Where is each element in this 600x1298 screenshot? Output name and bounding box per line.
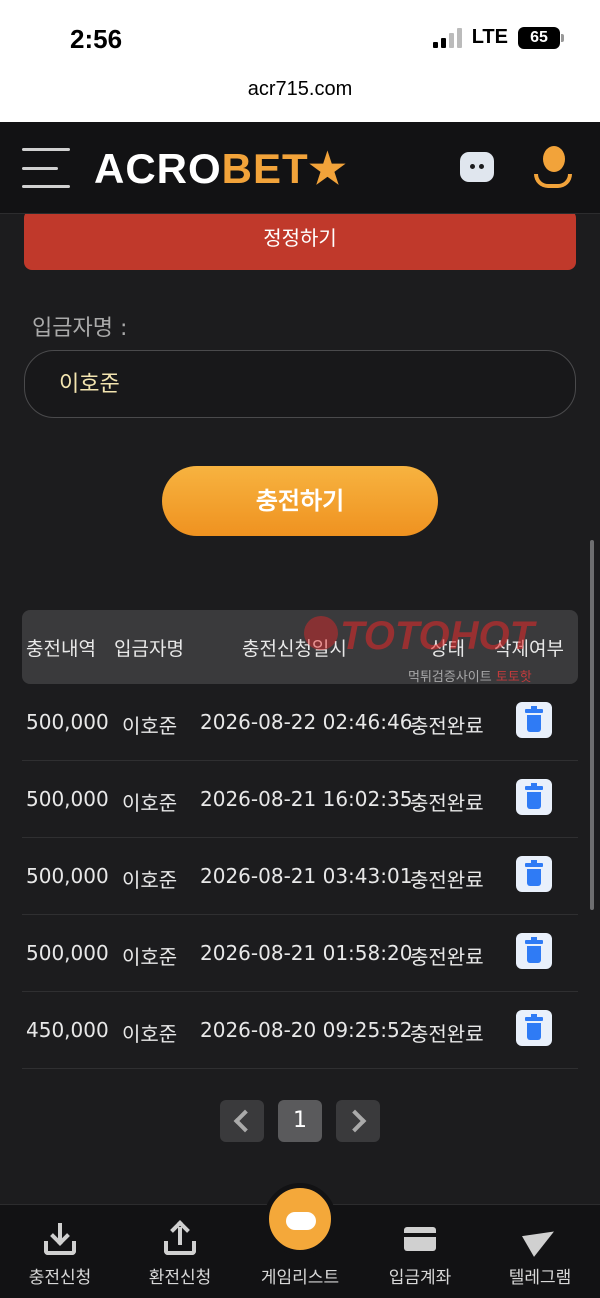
row-datetime: 2026-08-21 16:02:35 <box>200 787 413 811</box>
nav-label: 입금계좌 <box>388 1268 452 1288</box>
next-page-button[interactable] <box>336 1100 380 1142</box>
column-header: 삭제여부 <box>494 638 564 660</box>
table-header: 충전내역 입금자명 충전신청일시 상태 삭제여부 <box>22 610 578 684</box>
app-header: ACROBET★ <box>0 122 600 214</box>
row-name: 이호준 <box>122 868 178 892</box>
prev-page-button[interactable] <box>220 1100 264 1142</box>
row-datetime: 2026-08-21 01:58:20 <box>200 941 413 965</box>
row-status: 충전완료 <box>410 714 484 738</box>
nav-withdraw[interactable]: 환전신청 <box>120 1205 240 1298</box>
page-1-button[interactable]: 1 <box>278 1100 322 1142</box>
trash-icon[interactable] <box>516 779 552 815</box>
logo-text-accent: BET★ <box>221 145 348 192</box>
nav-label: 충전신청 <box>28 1268 92 1288</box>
browser-url[interactable]: acr715.com <box>0 78 600 101</box>
trash-icon[interactable] <box>516 933 552 969</box>
user-icon[interactable] <box>534 146 572 188</box>
status-bar: 2:56 LTE 65 acr715.com <box>0 0 600 122</box>
chevron-right-icon <box>343 1109 367 1133</box>
column-header: 충전내역 <box>26 638 96 660</box>
row-amount: 500,000 <box>26 787 109 811</box>
chevron-left-icon <box>233 1109 257 1133</box>
row-amount: 500,000 <box>26 941 109 965</box>
nav-game-list[interactable]: 게임리스트 <box>240 1183 360 1298</box>
row-name: 이호준 <box>122 945 178 969</box>
row-datetime: 2026-08-21 03:43:01 <box>200 864 413 888</box>
depositor-input[interactable]: 이호준 <box>24 350 576 418</box>
nav-label: 게임리스트 <box>260 1268 340 1288</box>
column-header: 충전신청일시 <box>242 638 347 660</box>
upload-icon <box>164 1220 196 1255</box>
main-content: 정정하기 입금자명 : 이호준 충전하기 충전내역 입금자명 충전신청일시 상태… <box>0 214 600 1204</box>
trash-icon[interactable] <box>516 1010 552 1046</box>
row-status: 충전완료 <box>410 791 484 815</box>
menu-icon[interactable] <box>22 148 70 188</box>
gamepad-icon <box>264 1183 336 1255</box>
depositor-label: 입금자명 : <box>32 316 128 341</box>
column-header: 입금자명 <box>114 638 184 660</box>
download-icon <box>44 1223 76 1255</box>
card-icon <box>404 1223 436 1255</box>
row-name: 이호준 <box>122 791 178 815</box>
row-datetime: 2026-08-20 09:25:52 <box>200 1018 413 1042</box>
trash-icon[interactable] <box>516 702 552 738</box>
status-indicators: LTE 65 <box>432 26 564 49</box>
history-list: 500,000 이호준 2026-08-22 02:46:46 충전완료 500… <box>22 684 578 1069</box>
logo[interactable]: ACROBET★ <box>94 144 347 193</box>
telegram-icon <box>522 1221 560 1257</box>
pagination: 1 <box>220 1100 380 1144</box>
nav-charge[interactable]: 충전신청 <box>0 1205 120 1298</box>
row-name: 이호준 <box>122 1022 178 1046</box>
nav-label: 텔레그램 <box>508 1268 572 1288</box>
trash-icon[interactable] <box>516 856 552 892</box>
table-row: 500,000 이호준 2026-08-21 01:58:20 충전완료 <box>22 915 578 992</box>
table-row: 450,000 이호준 2026-08-20 09:25:52 충전완료 <box>22 992 578 1069</box>
row-amount: 500,000 <box>26 864 109 888</box>
row-status: 충전완료 <box>410 945 484 969</box>
network-label: LTE <box>471 26 508 48</box>
chat-icon[interactable] <box>460 152 494 182</box>
bottom-nav: 충전신청 환전신청 게임리스트 입금계좌 텔레그램 <box>0 1183 600 1298</box>
scrollbar[interactable] <box>590 540 594 910</box>
table-row: 500,000 이호준 2026-08-22 02:46:46 충전완료 <box>22 684 578 761</box>
charge-button[interactable]: 충전하기 <box>162 466 438 536</box>
row-status: 충전완료 <box>410 1022 484 1046</box>
row-name: 이호준 <box>122 714 178 738</box>
table-row: 500,000 이호준 2026-08-21 16:02:35 충전완료 <box>22 761 578 838</box>
table-row: 500,000 이호준 2026-08-21 03:43:01 충전완료 <box>22 838 578 915</box>
row-amount: 500,000 <box>26 710 109 734</box>
row-datetime: 2026-08-22 02:46:46 <box>200 710 413 734</box>
status-time: 2:56 <box>70 24 123 54</box>
nav-telegram[interactable]: 텔레그램 <box>480 1205 600 1298</box>
row-status: 충전완료 <box>410 868 484 892</box>
battery-icon: 65 <box>518 26 564 49</box>
nav-label: 환전신청 <box>148 1268 212 1288</box>
logo-text: ACRO <box>94 145 222 192</box>
row-amount: 450,000 <box>26 1018 109 1042</box>
nav-deposit-account[interactable]: 입금계좌 <box>360 1205 480 1298</box>
edit-button[interactable]: 정정하기 <box>24 214 576 270</box>
signal-icon <box>432 27 462 48</box>
column-header: 상태 <box>430 638 465 660</box>
